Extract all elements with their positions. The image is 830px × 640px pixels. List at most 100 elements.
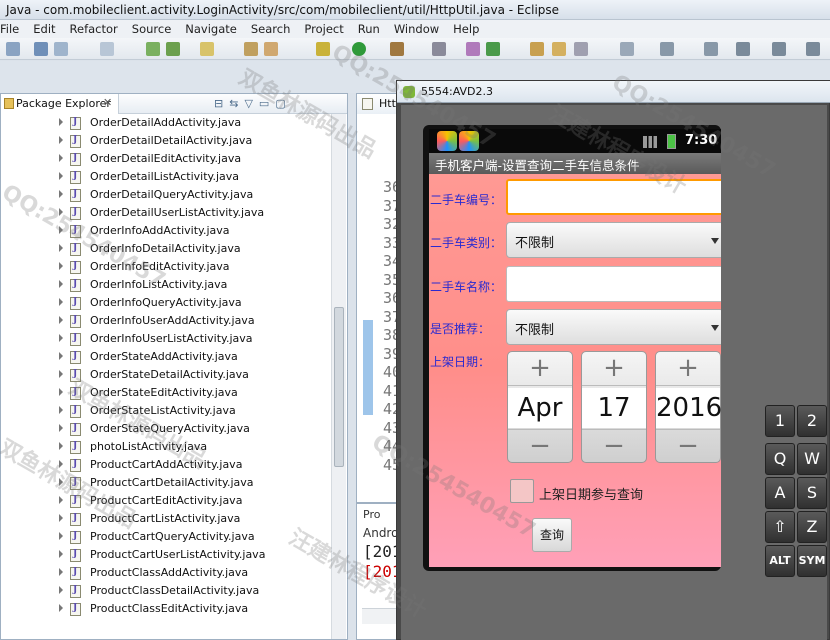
car-type-spinner[interactable]: 不限制 xyxy=(506,222,721,258)
new-class-icon[interactable] xyxy=(466,42,480,56)
tree-item[interactable]: ProductCartQueryActivity.java xyxy=(1,528,331,546)
tree-item[interactable]: OrderDetailEditActivity.java xyxy=(1,150,331,168)
tree-item[interactable]: OrderStateQueryActivity.java xyxy=(1,420,331,438)
menu-navigate[interactable]: Navigate xyxy=(178,22,244,36)
car-no-input[interactable] xyxy=(506,179,721,215)
tree-item[interactable]: OrderStateDetailActivity.java xyxy=(1,366,331,384)
expand-arrow-icon[interactable] xyxy=(59,136,63,144)
tree-item[interactable]: OrderStateAddActivity.java xyxy=(1,348,331,366)
tree-item[interactable]: OrderDetailQueryActivity.java xyxy=(1,186,331,204)
year-increment-button[interactable]: + xyxy=(656,352,720,386)
tree-item[interactable]: OrderDetailDetailActivity.java xyxy=(1,132,331,150)
key-z[interactable]: Z xyxy=(797,511,827,543)
avd-manager-icon[interactable] xyxy=(166,42,180,56)
console-tab[interactable]: Pro xyxy=(363,508,380,521)
menu-project[interactable]: Project xyxy=(297,22,350,36)
search-icon[interactable] xyxy=(432,42,446,56)
tree-item[interactable]: OrderInfoListActivity.java xyxy=(1,276,331,294)
tree-item[interactable]: ProductClassDetailActivity.java xyxy=(1,582,331,600)
expand-arrow-icon[interactable] xyxy=(59,298,63,306)
back-icon[interactable] xyxy=(736,42,750,56)
tree-item[interactable]: ProductCartListActivity.java xyxy=(1,510,331,528)
save-icon[interactable] xyxy=(34,42,48,56)
tree-item[interactable]: ProductCartAddActivity.java xyxy=(1,456,331,474)
key-alt[interactable]: ALT xyxy=(765,545,795,577)
expand-arrow-icon[interactable] xyxy=(59,496,63,504)
expand-arrow-icon[interactable] xyxy=(59,208,63,216)
tree-item[interactable]: OrderInfoAddActivity.java xyxy=(1,222,331,240)
open-type-icon[interactable] xyxy=(530,42,544,56)
year-decrement-button[interactable]: − xyxy=(656,429,720,463)
close-icon[interactable]: ✕ xyxy=(103,96,112,109)
key-1[interactable]: 1 xyxy=(765,405,795,437)
tree-item[interactable]: ProductCartDetailActivity.java xyxy=(1,474,331,492)
tree-item[interactable]: OrderDetailUserListActivity.java xyxy=(1,204,331,222)
key-w[interactable]: W xyxy=(797,443,827,475)
car-name-input[interactable] xyxy=(506,266,721,302)
expand-arrow-icon[interactable] xyxy=(59,514,63,522)
forward-icon[interactable] xyxy=(772,42,786,56)
tree-item[interactable]: ProductClassEditActivity.java xyxy=(1,600,331,618)
day-increment-button[interactable]: + xyxy=(582,352,646,386)
menu-file[interactable]: File xyxy=(0,22,26,36)
expand-arrow-icon[interactable] xyxy=(59,190,63,198)
menu-help[interactable]: Help xyxy=(446,22,486,36)
key-sym[interactable]: SYM xyxy=(797,545,827,577)
expand-arrow-icon[interactable] xyxy=(59,406,63,414)
tree-scrollbar-thumb[interactable] xyxy=(334,307,344,467)
menu-run[interactable]: Run xyxy=(351,22,387,36)
tree-item[interactable]: OrderStateEditActivity.java xyxy=(1,384,331,402)
menu-window[interactable]: Window xyxy=(387,22,446,36)
checklist-icon[interactable] xyxy=(200,42,214,56)
query-button[interactable]: 查询 xyxy=(532,518,572,552)
tree-item[interactable]: ProductClassAddActivity.java xyxy=(1,564,331,582)
expand-arrow-icon[interactable] xyxy=(59,460,63,468)
key-s[interactable]: S xyxy=(797,477,827,509)
tree-item[interactable]: OrderInfoUserListActivity.java xyxy=(1,330,331,348)
expand-arrow-icon[interactable] xyxy=(59,352,63,360)
expand-arrow-icon[interactable] xyxy=(59,226,63,234)
key-2[interactable]: 2 xyxy=(797,405,827,437)
open-folder-icon[interactable] xyxy=(552,42,566,56)
print-icon[interactable] xyxy=(100,42,114,56)
tree-item[interactable]: OrderDetailAddActivity.java xyxy=(1,114,331,132)
day-value[interactable]: 17 xyxy=(582,388,646,428)
debug-icon[interactable] xyxy=(316,42,330,56)
year-value[interactable]: 2016 xyxy=(656,388,721,428)
history-icon[interactable] xyxy=(806,42,820,56)
menu-search[interactable]: Search xyxy=(244,22,298,36)
link-editor-icon[interactable]: ⇆ xyxy=(229,97,238,110)
tree-item[interactable]: OrderStateListActivity.java xyxy=(1,402,331,420)
tree-item[interactable]: OrderInfoEditActivity.java xyxy=(1,258,331,276)
save-all-icon[interactable] xyxy=(54,42,68,56)
minimize-icon[interactable]: ▭ xyxy=(259,97,269,110)
expand-arrow-icon[interactable] xyxy=(59,316,63,324)
expand-arrow-icon[interactable] xyxy=(59,154,63,162)
android-sdk-icon[interactable] xyxy=(146,42,160,56)
expand-arrow-icon[interactable] xyxy=(59,334,63,342)
expand-arrow-icon[interactable] xyxy=(59,424,63,432)
new-package-icon[interactable] xyxy=(486,42,500,56)
menu-source[interactable]: Source xyxy=(125,22,179,36)
tree-item[interactable]: ProductCartUserListActivity.java xyxy=(1,546,331,564)
expand-arrow-icon[interactable] xyxy=(59,442,63,450)
tree-item[interactable]: OrderInfoDetailActivity.java xyxy=(1,240,331,258)
run-icon[interactable] xyxy=(352,42,366,56)
tree-item[interactable]: OrderInfoQueryActivity.java xyxy=(1,294,331,312)
annotation-prev-icon[interactable] xyxy=(704,42,718,56)
month-increment-button[interactable]: + xyxy=(508,352,572,386)
expand-arrow-icon[interactable] xyxy=(59,388,63,396)
key-q[interactable]: Q xyxy=(765,443,795,475)
annotation-next-icon[interactable] xyxy=(660,42,674,56)
maximize-icon[interactable]: ▢ xyxy=(275,97,285,110)
month-decrement-button[interactable]: − xyxy=(508,429,572,463)
expand-arrow-icon[interactable] xyxy=(59,118,63,126)
build-icon[interactable] xyxy=(244,42,258,56)
expand-arrow-icon[interactable] xyxy=(59,586,63,594)
expand-arrow-icon[interactable] xyxy=(59,478,63,486)
collapse-all-icon[interactable]: ⊟ xyxy=(214,97,223,110)
expand-arrow-icon[interactable] xyxy=(59,568,63,576)
expand-arrow-icon[interactable] xyxy=(59,172,63,180)
key-shift[interactable]: ⇧ xyxy=(765,511,795,543)
expand-arrow-icon[interactable] xyxy=(59,532,63,540)
